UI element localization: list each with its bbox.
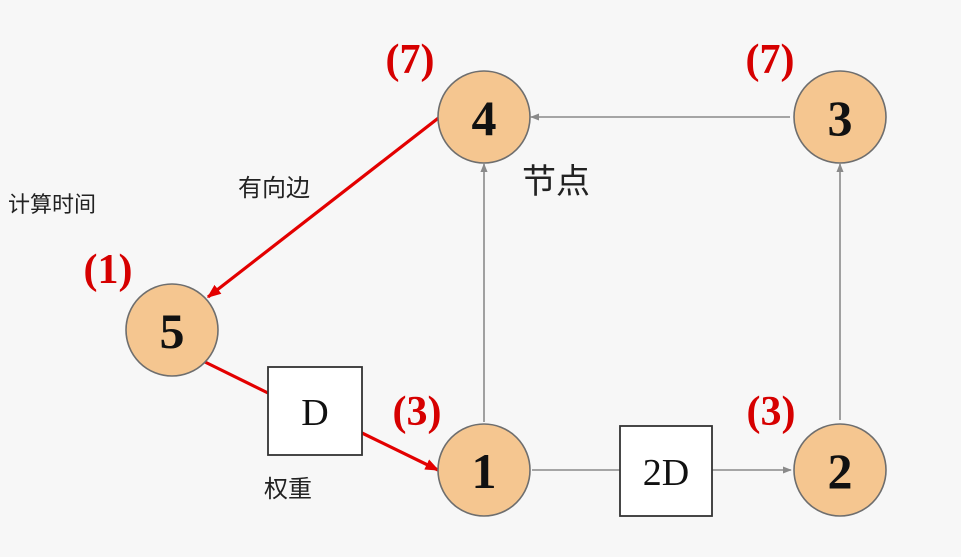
node-4-label: 4 — [472, 90, 497, 146]
node-3-label: 3 — [828, 90, 853, 146]
node-4: 4 — [437, 70, 531, 164]
node-5: 5 — [125, 283, 219, 377]
annotation-weight: 权重 — [264, 475, 312, 503]
node-1-label: 1 — [472, 443, 497, 499]
time-label-node-2: (3) — [747, 389, 796, 435]
weight-label-d: D — [301, 392, 328, 434]
annotation-compute-time: 计算时间 — [8, 193, 96, 218]
time-label-node-3: (7) — [746, 37, 795, 83]
dag-diagram: D 2D 4 3 5 1 2 (7) (7) (1) (3) (3) 计算时间 … — [8, 37, 887, 517]
edge-5-to-1 — [204, 360, 269, 395]
node-3: 3 — [793, 70, 887, 164]
edge-4-to-5 — [206, 114, 442, 299]
node-5-label: 5 — [160, 303, 185, 359]
node-2: 2 — [793, 423, 887, 517]
weight-box-2d: 2D — [619, 425, 713, 517]
edge-5-to-1-cont — [361, 431, 440, 472]
time-label-node-4: (7) — [386, 37, 435, 83]
node-2-label: 2 — [828, 443, 853, 499]
annotation-directed-edge: 有向边 — [238, 174, 310, 202]
annotation-node: 节点 — [522, 162, 590, 202]
weight-box-d: D — [267, 366, 363, 456]
time-label-node-1: (3) — [393, 389, 442, 435]
weight-label-2d: 2D — [643, 452, 689, 494]
node-1: 1 — [437, 423, 531, 517]
time-label-node-5: (1) — [84, 247, 133, 293]
